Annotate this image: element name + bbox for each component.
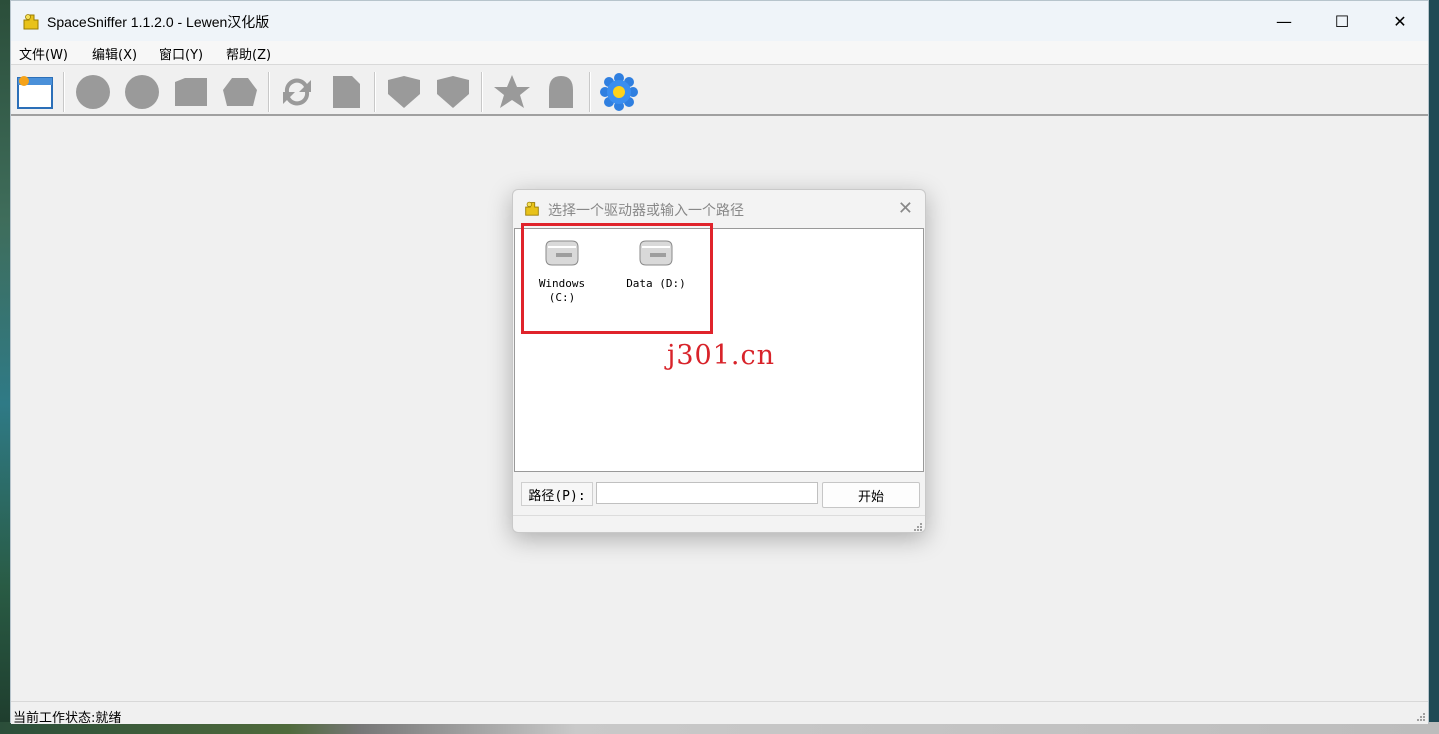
circle-icon[interactable] (73, 72, 113, 112)
resize-grip-icon[interactable] (913, 522, 923, 532)
settings-flower-icon[interactable] (599, 72, 639, 112)
toolbar (11, 66, 1428, 116)
maximize-button[interactable]: ☐ (1313, 1, 1371, 41)
resize-grip-icon[interactable] (1416, 712, 1426, 722)
dialog-close-button[interactable]: ✕ (898, 198, 913, 219)
path-input[interactable] (596, 482, 818, 504)
toolbar-separator (63, 72, 65, 112)
watermark-text: j301.cn (667, 340, 775, 371)
shield-icon[interactable] (433, 72, 473, 112)
app-logo-icon (525, 201, 539, 216)
menu-window[interactable]: 窗口(Y) (159, 44, 203, 63)
bell-icon[interactable] (541, 72, 581, 112)
close-button[interactable]: ✕ (1371, 1, 1429, 41)
toolbar-separator (374, 72, 376, 112)
star-icon[interactable] (492, 72, 532, 112)
shield-icon[interactable] (384, 72, 424, 112)
app-logo-icon (23, 14, 39, 30)
dialog-status-bar (513, 515, 925, 532)
start-button[interactable]: 开始 (822, 482, 920, 508)
status-text: 当前工作状态:就绪 (13, 711, 122, 726)
path-label: 路径(P): (521, 482, 593, 506)
menu-help[interactable]: 帮助(Z) (226, 44, 271, 63)
folder-icon[interactable] (171, 72, 211, 112)
menu-edit[interactable]: 编辑(X) (92, 44, 137, 63)
new-window-icon[interactable] (15, 72, 55, 112)
dialog-title: 选择一个驱动器或输入一个路径 (548, 203, 744, 219)
drives-highlight-box (521, 223, 713, 334)
hexagon-icon[interactable] (220, 72, 260, 112)
title-bar[interactable]: SpaceSniffer 1.1.2.0 - Lewen汉化版 — ☐ ✕ (11, 1, 1428, 41)
document-icon[interactable] (326, 72, 366, 112)
menu-bar: 文件(W) 编辑(X) 窗口(Y) 帮助(Z) (11, 41, 1428, 65)
status-bar: 当前工作状态:就绪 (11, 701, 1428, 726)
path-row: 路径(P): 开始 (513, 480, 925, 510)
window-title: SpaceSniffer 1.1.2.0 - Lewen汉化版 (47, 14, 270, 30)
toolbar-separator (481, 72, 483, 112)
toolbar-separator (268, 72, 270, 112)
dialog-title-bar[interactable]: 选择一个驱动器或输入一个路径 ✕ (513, 190, 925, 227)
circle-icon[interactable] (122, 72, 162, 112)
menu-file[interactable]: 文件(W) (19, 44, 68, 63)
toolbar-separator (589, 72, 591, 112)
minimize-button[interactable]: — (1255, 1, 1313, 41)
refresh-icon[interactable] (277, 72, 317, 112)
